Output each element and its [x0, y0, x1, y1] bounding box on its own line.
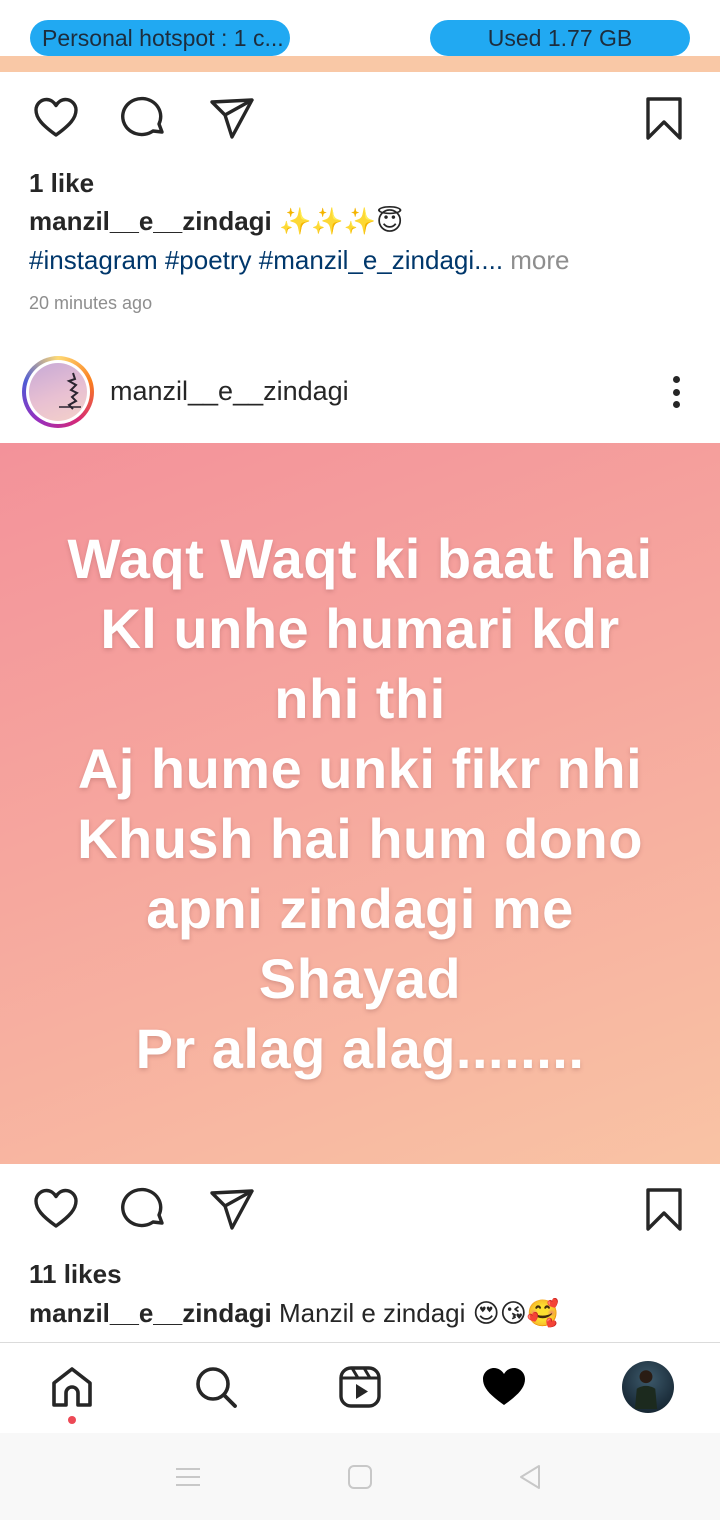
post2-image[interactable]: Waqt Waqt ki baat hai Kl unhe humari kdr n… — [0, 443, 720, 1164]
post1-like-button[interactable] — [30, 92, 82, 144]
heart-outline-icon — [34, 1188, 78, 1228]
bookmark-icon — [646, 1188, 682, 1231]
post2-avatar[interactable] — [22, 356, 94, 428]
post2-comment-button[interactable] — [118, 1183, 170, 1235]
home-icon — [52, 1367, 92, 1407]
post2-header: manzil__e__zindagi — [0, 350, 720, 442]
post1-action-bar — [0, 92, 720, 152]
comment-icon — [121, 1187, 164, 1228]
avatar-image — [29, 363, 87, 421]
bottom-navigation — [0, 1343, 720, 1433]
post2-caption: manzil__e__zindagi Manzil e zindagi 😍😘🥰 — [29, 1298, 559, 1329]
heart-outline-icon — [34, 97, 78, 137]
post1-hashtags: #instagram #poetry #manzil_e_zindagi....… — [29, 245, 570, 276]
post2-username[interactable]: manzil__e__zindagi — [110, 376, 349, 407]
image-text-line: Khush hai hum dono — [77, 806, 643, 870]
nav-activity[interactable] — [476, 1359, 532, 1415]
image-text-line: Kl unhe humari kdr — [100, 596, 620, 660]
post2-caption-text: Manzil e zindagi — [271, 1298, 473, 1328]
post2-caption-emojis: 😍😘🥰 — [472, 1299, 560, 1329]
heart-filled-icon — [483, 1368, 525, 1405]
menu-lines-icon — [176, 1468, 200, 1486]
post1-more-link[interactable]: more — [503, 245, 569, 275]
nav-search[interactable] — [188, 1359, 244, 1415]
post1-timestamp: 20 minutes ago — [29, 293, 153, 313]
image-text-line: Waqt Waqt ki baat hai — [67, 526, 653, 590]
post2-image-text: Waqt Waqt ki baat hai Kl unhe humari kdr n… — [67, 524, 652, 1084]
image-text-line: Pr alag alag........ — [135, 1016, 585, 1080]
post1-caption: manzil__e__zindagi ✨✨✨😇 — [29, 206, 403, 237]
data-usage-pill[interactable]: Used 1.77 GB — [430, 20, 690, 56]
send-icon — [210, 98, 254, 139]
nav-home[interactable] — [44, 1359, 100, 1415]
back-triangle-icon — [520, 1465, 540, 1489]
system-home-button[interactable] — [344, 1461, 376, 1493]
post1-caption-emojis: ✨✨✨😇 — [279, 207, 404, 237]
system-navigation-bar — [0, 1433, 720, 1520]
image-text-line: apni zindagi me — [146, 876, 574, 940]
post1-save-button[interactable] — [638, 92, 690, 144]
hotspot-pill[interactable]: Personal hotspot : 1 c... — [30, 20, 290, 56]
send-icon — [210, 1189, 254, 1230]
search-icon — [196, 1367, 237, 1408]
system-back-button[interactable] — [514, 1461, 546, 1493]
status-bar: Personal hotspot : 1 c... Used 1.77 GB — [0, 0, 720, 58]
post2-like-button[interactable] — [30, 1183, 82, 1235]
nav-profile[interactable] — [620, 1359, 676, 1415]
home-active-indicator — [68, 1416, 76, 1424]
profile-avatar — [622, 1361, 674, 1413]
image-text-line: nhi thi — [274, 666, 446, 730]
comment-icon — [121, 96, 164, 137]
system-menu-button[interactable] — [172, 1461, 204, 1493]
post1-caption-username[interactable]: manzil__e__zindagi — [29, 206, 272, 236]
post2-action-bar — [0, 1183, 720, 1243]
square-home-icon — [348, 1465, 372, 1489]
post1-hashtag-links[interactable]: #instagram #poetry #manzil_e_zindagi.... — [29, 245, 503, 275]
reels-icon — [339, 1366, 381, 1408]
previous-post-image-edge — [0, 56, 720, 72]
nav-reels[interactable] — [332, 1359, 388, 1415]
post2-save-button[interactable] — [638, 1183, 690, 1235]
image-text-line: Aj hume unki fikr nhi — [77, 736, 643, 800]
post2-like-count[interactable]: 11 likes — [29, 1259, 122, 1290]
post1-like-count[interactable]: 1 like — [29, 168, 94, 199]
post2-caption-username[interactable]: manzil__e__zindagi — [29, 1298, 272, 1328]
post2-share-button[interactable] — [206, 1183, 258, 1235]
image-text-line: Shayad — [258, 946, 462, 1010]
post1-comment-button[interactable] — [118, 92, 170, 144]
bookmark-icon — [646, 97, 682, 140]
post1-share-button[interactable] — [206, 92, 258, 144]
more-vertical-icon[interactable] — [660, 370, 692, 414]
